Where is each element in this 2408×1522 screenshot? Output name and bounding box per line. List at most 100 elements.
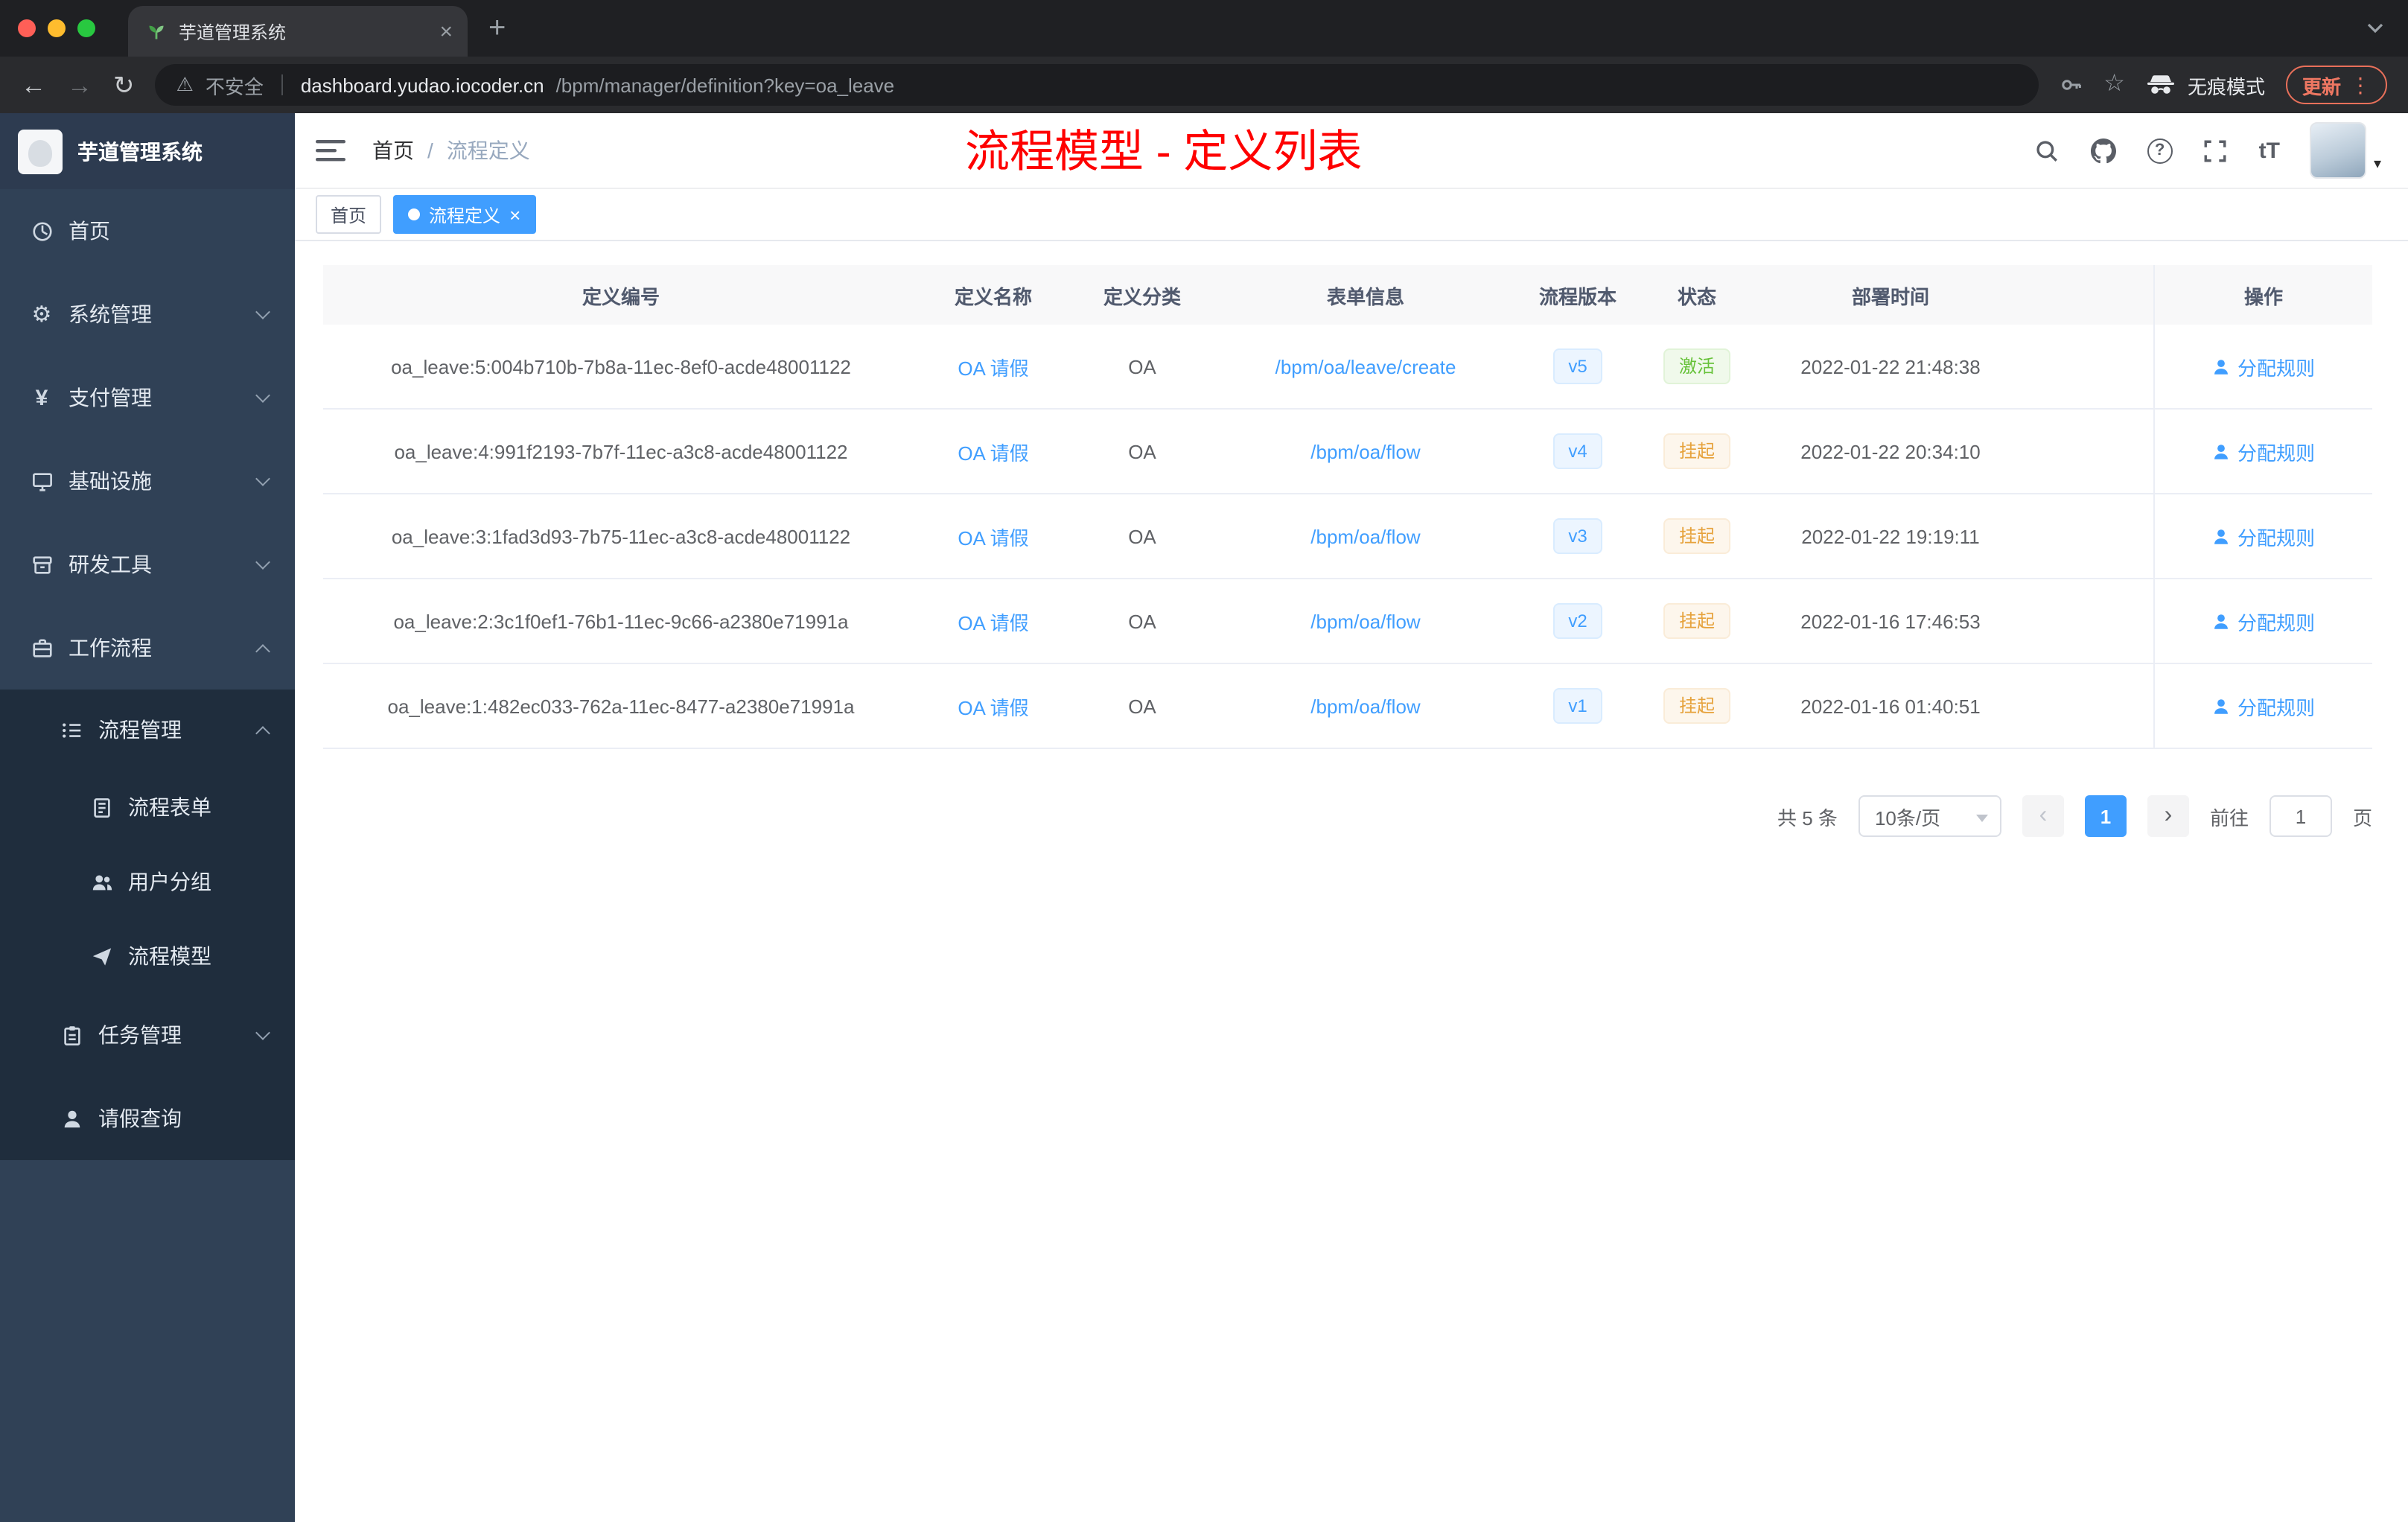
definition-name-link[interactable]: OA 请假: [958, 352, 1028, 380]
users-icon: [89, 870, 113, 894]
sidebar-item-workflow[interactable]: 工作流程: [0, 606, 295, 690]
address-bar[interactable]: 不安全 dashboard.yudao.iocoder.cn/bpm/manag…: [155, 64, 2039, 106]
sidebar-item-home[interactable]: 首页: [0, 189, 295, 273]
goto-page-input[interactable]: [2269, 795, 2332, 837]
sidebar-item-devtools[interactable]: 研发工具: [0, 523, 295, 606]
chevron-down-icon: [255, 388, 270, 403]
column-header: 定义分类: [1103, 285, 1181, 308]
sidebar-item-leave-query[interactable]: 请假查询: [0, 1077, 295, 1160]
url-host: dashboard.yudao.iocoder.cn: [300, 74, 544, 96]
assign-rule-link[interactable]: 分配规则: [2212, 437, 2315, 465]
search-icon[interactable]: [2034, 137, 2061, 164]
goto-label: 前往: [2209, 806, 2249, 829]
user-icon: [2215, 444, 2229, 459]
forward-button[interactable]: [67, 72, 92, 98]
column-header: 操作: [2153, 265, 2372, 325]
browser-window: 芋道管理系统 不安全 dashboard.yudao.iocoder.cn/bp…: [0, 0, 2408, 1522]
form-link[interactable]: /bpm/oa/leave/create: [1275, 355, 1456, 378]
form-link[interactable]: /bpm/oa/flow: [1310, 525, 1420, 547]
browser-menu-dots-icon[interactable]: [2350, 72, 2371, 98]
github-icon[interactable]: [2091, 137, 2118, 164]
assign-rule-link[interactable]: 分配规则: [2212, 607, 2315, 635]
site-favicon-icon: [146, 21, 167, 42]
not-secure-label: 不安全: [205, 75, 264, 98]
table-header-row: 定义编号 定义名称 定义分类 表单信息 流程版本 状态 部署时间 操作: [323, 265, 2372, 325]
tab-close-icon[interactable]: [439, 20, 453, 42]
help-icon[interactable]: [2147, 138, 2173, 163]
definition-name-link[interactable]: OA 请假: [958, 692, 1028, 720]
page-size-select[interactable]: 10条/页: [1858, 795, 2001, 837]
version-tag: v1: [1553, 688, 1602, 724]
hamburger-icon[interactable]: [316, 138, 345, 162]
sidebar-item-label: 支付管理: [69, 386, 152, 410]
password-key-icon[interactable]: [2059, 73, 2083, 97]
person-icon: [60, 1107, 83, 1130]
tag-home[interactable]: 首页: [316, 195, 382, 234]
monitor-icon: [30, 469, 54, 493]
chrome-update-button[interactable]: 更新: [2285, 66, 2387, 104]
tag-process-definition[interactable]: 流程定义: [393, 195, 536, 234]
table-row: oa_leave:2:3c1f0ef1-76b1-11ec-9c66-a2380…: [323, 579, 2372, 664]
assign-rule-label: 分配规则: [2237, 442, 2315, 464]
fullscreen-icon[interactable]: [2202, 137, 2229, 164]
tabstrip-chevron-down-icon[interactable]: [2366, 22, 2384, 34]
select-caret-down-icon: [1975, 815, 1988, 822]
back-button[interactable]: [21, 72, 46, 98]
tag-label: 首页: [331, 205, 367, 226]
sidebar-item-process-management[interactable]: 流程管理: [0, 690, 295, 770]
table-row: oa_leave:5:004b710b-7b8a-11ec-8ef0-acde4…: [323, 325, 2372, 410]
status-tag: 挂起: [1663, 603, 1730, 639]
cell-definition-id: oa_leave:3:1fad3d93-7b75-11ec-a3c8-acde4…: [391, 525, 851, 547]
cell-definition-id: oa_leave:5:004b710b-7b8a-11ec-8ef0-acde4…: [391, 355, 851, 378]
definition-name-link[interactable]: OA 请假: [958, 437, 1028, 465]
sidebar-item-user-group[interactable]: 用户分组: [0, 844, 295, 919]
bookmark-star-icon[interactable]: [2103, 73, 2125, 97]
sidebar-item-process-model[interactable]: 流程模型: [0, 919, 295, 993]
assign-rule-link[interactable]: 分配规则: [2212, 522, 2315, 550]
status-tag: 挂起: [1663, 688, 1730, 724]
assign-rule-link[interactable]: 分配规则: [2212, 352, 2315, 380]
definition-name-link[interactable]: OA 请假: [958, 607, 1028, 635]
sidebar-logo[interactable]: 芋道管理系统: [0, 113, 295, 189]
avatar[interactable]: [2309, 122, 2366, 179]
tab-title: 芋道管理系统: [179, 22, 287, 42]
browser-tab[interactable]: 芋道管理系统: [128, 6, 468, 57]
version-tag: v5: [1553, 348, 1602, 384]
reload-button[interactable]: [113, 72, 135, 98]
window-close-button[interactable]: [18, 19, 36, 37]
breadcrumb-home[interactable]: 首页: [372, 136, 414, 165]
update-label: 更新: [2302, 75, 2341, 98]
chevron-down-icon: [255, 305, 270, 319]
cell-deploy-time: 2022-01-22 20:34:10: [1800, 440, 1981, 462]
sidebar-item-process-form[interactable]: 流程表单: [0, 770, 295, 844]
form-link[interactable]: /bpm/oa/flow: [1310, 610, 1420, 632]
sidebar-item-system[interactable]: 系统管理: [0, 273, 295, 356]
dashboard-icon: [30, 219, 54, 243]
window-minimize-button[interactable]: [48, 19, 66, 37]
column-header: 定义名称: [954, 285, 1032, 308]
prev-page-button[interactable]: [2022, 795, 2064, 837]
incognito-badge: 无痕模式: [2146, 71, 2265, 99]
sidebar-item-infrastructure[interactable]: 基础设施: [0, 439, 295, 523]
sidebar-item-label: 研发工具: [69, 553, 152, 576]
definition-name-link[interactable]: OA 请假: [958, 522, 1028, 550]
window-zoom-button[interactable]: [77, 19, 95, 37]
user-avatar-menu[interactable]: [2309, 122, 2381, 179]
cell-category: OA: [1128, 440, 1156, 462]
page-number-1[interactable]: 1: [2084, 795, 2127, 837]
font-size-icon[interactable]: [2259, 138, 2280, 163]
column-header: 表单信息: [1326, 285, 1404, 308]
column-header: 流程版本: [1538, 285, 1617, 308]
form-link[interactable]: /bpm/oa/flow: [1310, 440, 1420, 462]
table-body: oa_leave:5:004b710b-7b8a-11ec-8ef0-acde4…: [323, 325, 2372, 749]
status-tag: 挂起: [1663, 518, 1730, 554]
next-page-button[interactable]: [2147, 795, 2189, 837]
sidebar-item-payment[interactable]: 支付管理: [0, 356, 295, 439]
new-tab-button[interactable]: [488, 13, 506, 43]
list-icon: [60, 718, 83, 742]
sidebar-item-task-management[interactable]: 任务管理: [0, 993, 295, 1077]
form-link[interactable]: /bpm/oa/flow: [1310, 695, 1420, 717]
tag-close-icon[interactable]: [509, 205, 520, 224]
workflow-submenu: 流程管理 流程表单 用户分组 流程模型 任务管理 请假查询: [0, 690, 295, 1160]
assign-rule-link[interactable]: 分配规则: [2212, 692, 2315, 720]
